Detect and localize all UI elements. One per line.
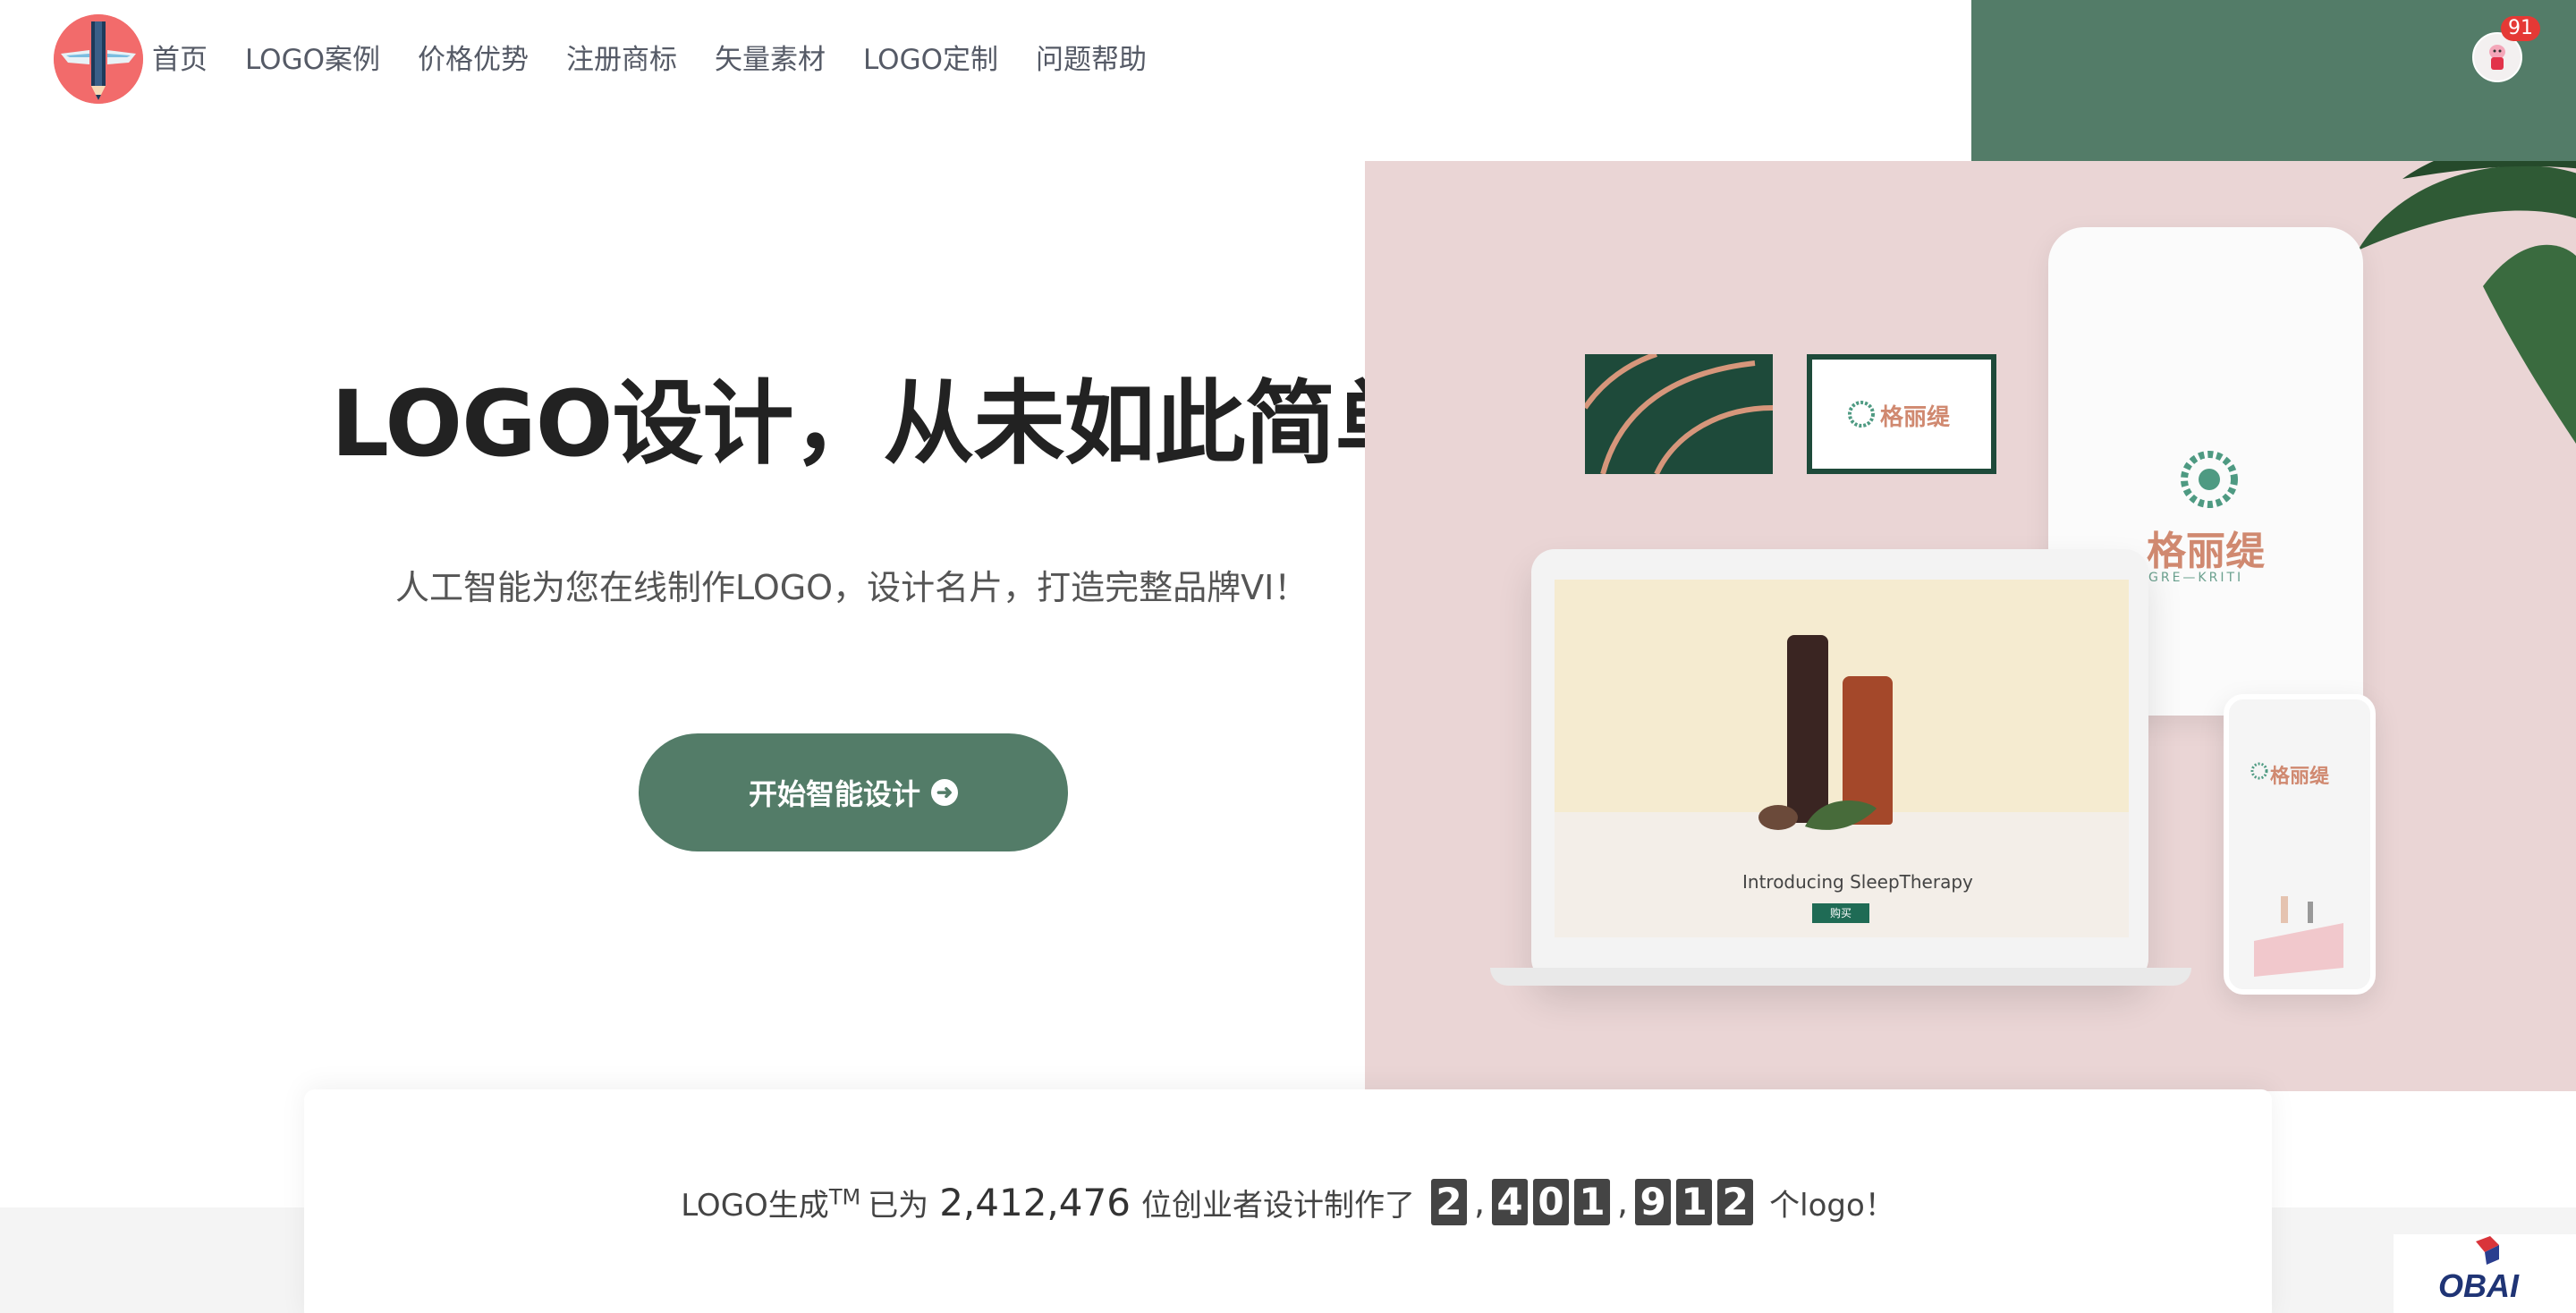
laptop-mockup: Introducing SleepTherapy 购买 [1531,549,2148,982]
business-card-pattern [1582,352,1774,476]
notification-badge: 91 [2501,16,2540,41]
tshirt-brand-en: GRE—KRITI [2148,571,2244,585]
site-logo[interactable] [54,14,143,104]
hero-subtitle: 人工智能为您在线制作LOGO，设计名片，打造完整品牌VI！ [395,568,1309,607]
laptop-base [1490,968,2191,986]
brand-emblem-icon [2181,451,2238,508]
stats-mid2: 位创业者设计制作了 [1140,1187,1415,1224]
nav-help[interactable]: 问题帮助 [1036,38,1147,82]
main-nav: 首页 LOGO案例 价格优势 注册商标 矢量素材 LOGO定制 问题帮助 [152,38,1184,82]
laptop-buy-button: 购买 [1812,903,1869,923]
phone-brand-name: 格丽缇 [2270,766,2330,788]
nav-vector-assets[interactable]: 矢量素材 [715,38,826,82]
counter-digit: 0 [1533,1179,1570,1225]
trademark-symbol: TM [828,1184,861,1210]
brand-emblem-icon [2250,762,2268,780]
pouch-decoration [2254,896,2343,977]
stats-card: LOGO生成TM 已为 2,412,476 位创业者设计制作了 2 , 4 0 … [304,1089,2272,1313]
laptop-screen: Introducing SleepTherapy 购买 [1555,580,2129,937]
counter-digit: 2 [1717,1179,1754,1225]
pig-avatar-icon [2489,45,2505,70]
hero-brand-mockup-image: 格丽缇 格丽缇 GRE—KRITI Introducing SleepThera… [1365,161,2576,1091]
nav-logo-custom[interactable]: LOGO定制 [863,38,998,82]
counter-digit: 9 [1635,1179,1672,1225]
stats-mid1: 已为 [868,1187,929,1224]
leaf-decoration [1758,801,1877,830]
obai-watermark-logo: OBAI [2394,1234,2576,1313]
hero-title: LOGO设计，从未如此简单! [331,351,1467,482]
brand-emblem-icon [1848,401,1875,428]
phone-mockup: 格丽缇 [2224,694,2376,995]
arrow-right-circle-icon: ➜ [931,779,958,806]
nav-home[interactable]: 首页 [152,38,208,82]
counter-digit: 4 [1492,1179,1529,1225]
hero-title-part1: LOGO设计， [331,371,885,478]
tshirt-brand-name: 格丽缇 [2147,529,2265,574]
stats-prefix: LOGO生成TM [681,1184,861,1224]
card-brand-name: 格丽缇 [1880,404,1951,431]
nav-logo-cases[interactable]: LOGO案例 [245,38,380,82]
start-design-label: 开始智能设计 [748,778,920,810]
pencil-wings-icon [54,14,143,104]
logo-counter: 2 , 4 0 1 , 9 1 2 [1430,1179,1754,1225]
counter-digit: 2 [1430,1179,1467,1225]
laptop-caption: Introducing SleepTherapy [1742,871,1973,893]
stats-suffix: 个logo！ [1769,1187,1895,1224]
nav-pricing[interactable]: 价格优势 [418,38,529,82]
counter-digit: 1 [1574,1179,1611,1225]
start-design-button[interactable]: 开始智能设计 ➜ [639,733,1068,851]
svg-text:OBAI: OBAI [2438,1267,2520,1304]
stats-line: LOGO生成TM 已为 2,412,476 位创业者设计制作了 2 , 4 0 … [304,1179,2272,1225]
counter-digit: 1 [1676,1179,1713,1225]
nav-trademark[interactable]: 注册商标 [566,38,677,82]
entrepreneur-count: 2,412,476 [939,1180,1131,1224]
header-accent-panel [1971,0,2576,161]
business-card-logo: 格丽缇 [1807,354,1996,474]
